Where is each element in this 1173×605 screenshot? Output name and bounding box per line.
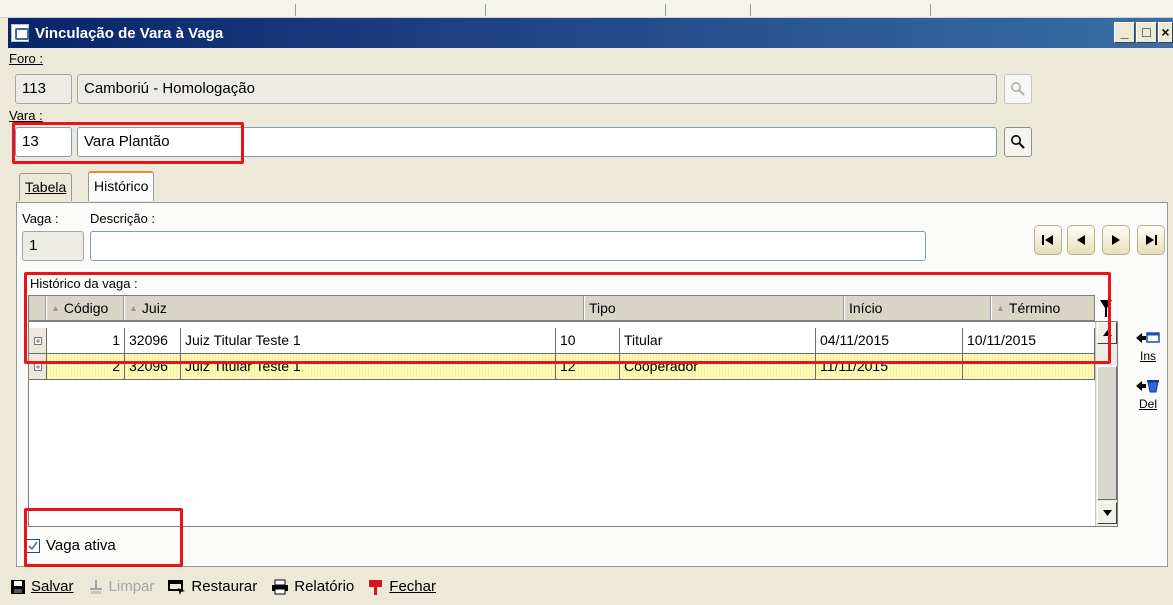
scroll-thumb[interactable]: [1097, 366, 1117, 500]
salvar-label: Salvar: [31, 578, 74, 595]
descricao-field[interactable]: [90, 231, 926, 261]
descricao-label: Descrição :: [90, 211, 156, 226]
previous-icon: [1077, 235, 1085, 245]
vara-search-button[interactable]: [1004, 127, 1032, 157]
search-icon: [1011, 82, 1025, 96]
highlight-vaga-ativa: [24, 508, 183, 567]
insert-button[interactable]: Ins: [1128, 330, 1168, 363]
tab-tabela[interactable]: Tabela: [19, 173, 73, 201]
salvar-button[interactable]: Salvar: [10, 578, 74, 595]
delete-label: Del: [1138, 397, 1157, 411]
restaurar-label: Restaurar: [191, 578, 258, 595]
previous-record-button[interactable]: [1067, 225, 1095, 255]
arrow-down-icon: [1102, 510, 1112, 516]
minimize-button[interactable]: _: [1114, 22, 1135, 43]
insert-label: Ins: [1139, 349, 1156, 363]
next-icon: [1112, 235, 1120, 245]
limpar-label: Limpar: [108, 578, 155, 595]
last-record-button[interactable]: [1137, 225, 1165, 255]
fechar-label: Fechar: [389, 578, 436, 595]
tab-tabela-label: Tabela: [25, 179, 67, 195]
vaga-field: 1: [22, 231, 84, 261]
highlight-historico: [24, 272, 1111, 364]
next-record-button[interactable]: [1102, 225, 1130, 255]
background-window-strip: [0, 0, 1173, 18]
first-icon: [1042, 235, 1053, 245]
delete-icon: [1136, 380, 1159, 393]
bottom-toolbar: Salvar Limpar Restaurar Relatório Fechar: [10, 578, 436, 595]
restore-icon: [168, 579, 186, 595]
limpar-button: Limpar: [88, 578, 155, 595]
first-record-button[interactable]: [1034, 225, 1062, 255]
tab-historico[interactable]: Histórico: [88, 171, 155, 201]
fechar-button[interactable]: Fechar: [368, 578, 436, 595]
tab-historico-label: Histórico: [94, 178, 149, 194]
relatorio-label: Relatório: [294, 578, 355, 595]
clear-icon: [89, 579, 102, 594]
window-title: Vinculação de Vara à Vaga: [35, 24, 224, 42]
vara-label: Vara :: [9, 108, 43, 123]
save-icon: [11, 579, 25, 594]
search-icon: [1011, 135, 1025, 149]
scroll-down-button[interactable]: [1097, 502, 1117, 524]
foro-name-field: Camboriú - Homologação: [77, 74, 997, 104]
highlight-vara: [12, 122, 244, 164]
close-button[interactable]: ×: [1158, 22, 1173, 43]
maximize-button[interactable]: □: [1136, 22, 1157, 43]
foro-code-field: 113: [15, 74, 72, 104]
foro-label: Foro :: [9, 51, 43, 66]
printer-icon: [272, 579, 289, 594]
last-icon: [1146, 235, 1157, 245]
title-bar: Vinculação de Vara à Vaga _ □ ×: [8, 18, 1173, 48]
delete-button[interactable]: Del: [1128, 378, 1168, 411]
window-icon: [11, 24, 29, 42]
vaga-label: Vaga :: [22, 211, 59, 226]
insert-icon: [1136, 332, 1160, 343]
relatorio-button[interactable]: Relatório: [271, 578, 354, 595]
foro-search-button: [1004, 74, 1032, 104]
restaurar-button[interactable]: Restaurar: [168, 578, 257, 595]
stop-sign-icon: [369, 579, 383, 595]
